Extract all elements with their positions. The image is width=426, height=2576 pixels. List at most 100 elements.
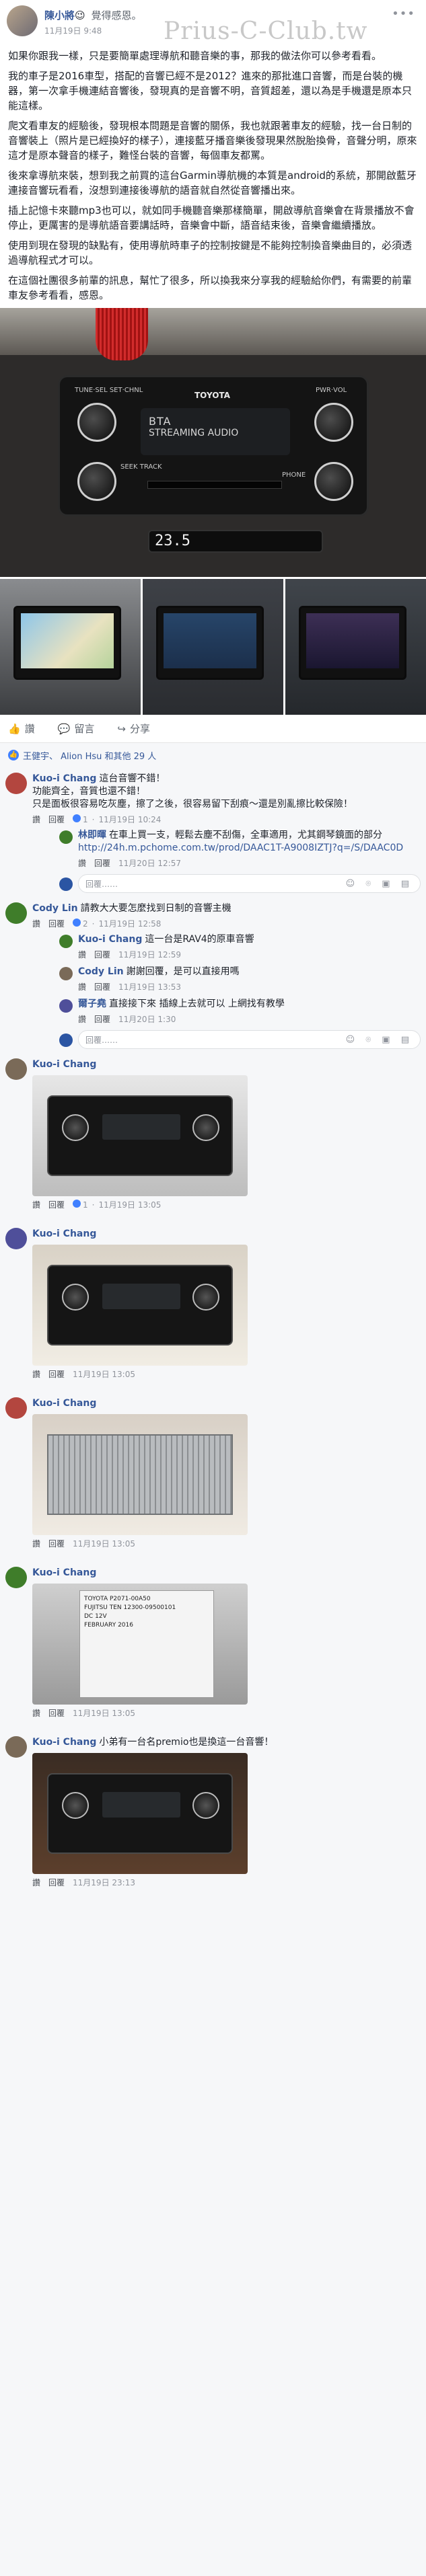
- commenter-avatar[interactable]: [5, 1736, 27, 1758]
- comment-time[interactable]: 11月20日 1:30: [118, 1013, 176, 1025]
- comment-like-link[interactable]: 讚: [78, 857, 86, 869]
- replier-name[interactable]: Cody Lin: [78, 966, 124, 977]
- main-photo-head-unit[interactable]: TOYOTA BTA STREAMING AUDIO TUNE·SEL SET·…: [0, 308, 426, 577]
- comment-reply-link[interactable]: 回覆: [48, 1538, 65, 1549]
- comment-reply-link[interactable]: 回覆: [48, 1199, 65, 1210]
- comment-reply-link[interactable]: 回覆: [94, 949, 110, 960]
- comment-like-link[interactable]: 讚: [32, 1538, 40, 1549]
- commenter-name[interactable]: Cody Lin: [32, 903, 78, 914]
- replier-name[interactable]: Kuo-i Chang: [78, 934, 142, 945]
- reply-placeholder: 回覆……: [85, 1035, 118, 1045]
- comment-reply-link[interactable]: 回覆: [48, 1368, 65, 1380]
- post-date[interactable]: 11月19日 9:48: [44, 25, 141, 36]
- comment-like-link[interactable]: 讚: [78, 981, 86, 992]
- comment-time[interactable]: 11月19日 12:59: [118, 949, 181, 960]
- reply-thread: Kuo-i Chang 這一台是RAV4的原車音響讚回覆 11月19日 12:59 C…: [59, 933, 421, 1049]
- post-body: 如果你跟我一樣，只是要簡單處理導航和聽音樂的事，那我的做法你可以參考看看。 我的車…: [0, 44, 426, 303]
- seek-label: SEEK TRACK: [120, 463, 162, 471]
- reply-input[interactable]: 回覆…… ☺ ⌾ ▣ ▤: [78, 1030, 421, 1049]
- reply-link[interactable]: http://24h.m.pchome.com.tw/prod/DAAC1T-A…: [78, 842, 421, 855]
- comment: Kuo-i Chang TOYOTA P2071-00A50 FUJITSU TE…: [5, 1567, 421, 1719]
- comment-photo[interactable]: TOYOTA P2071-00A50 FUJITSU TEN 12300-095…: [32, 1584, 248, 1705]
- post-paragraph: 插上記憶卡來聽mp3也可以，就如同手機聽音樂那樣簡單，開啟導航音樂會在背景播放不…: [8, 204, 415, 231]
- comment-time[interactable]: 11月19日 13:05: [73, 1368, 135, 1380]
- more-dots-icon[interactable]: •••: [392, 7, 415, 21]
- reply-input[interactable]: 回覆…… ☺ ⌾ ▣ ▤: [78, 874, 421, 893]
- facebook-post-page: 陳小將😉 覺得感恩。 11月19日 9:48 Prius-C-Club.tw •…: [0, 0, 426, 2576]
- commenter-name[interactable]: Kuo-i Chang: [32, 1737, 96, 1748]
- comment-like-count[interactable]: 1: [73, 1200, 88, 1210]
- replier-name[interactable]: 林即暉: [78, 830, 106, 841]
- thumbnail-gps-map[interactable]: [0, 579, 141, 715]
- my-avatar: [59, 1033, 73, 1047]
- commenter-name[interactable]: Kuo-i Chang: [32, 1398, 96, 1409]
- reactions-text: 王健宇、 Alion Hsu 和其他 29 人: [23, 751, 157, 762]
- comment-time[interactable]: 11月19日 23:13: [73, 1877, 135, 1888]
- replier-avatar[interactable]: [59, 935, 73, 948]
- radio-faceplate: [47, 1095, 233, 1176]
- comment-reply-link[interactable]: 回覆: [94, 1013, 110, 1025]
- commenter-name[interactable]: Kuo-i Chang: [32, 1228, 96, 1239]
- comment-photo[interactable]: [32, 1414, 248, 1535]
- comment-photo[interactable]: [32, 1075, 248, 1196]
- comment-reply-link[interactable]: 回覆: [94, 981, 110, 992]
- comment-time[interactable]: 11月19日 13:05: [99, 1199, 162, 1210]
- comment-reply-link[interactable]: 回覆: [48, 1707, 65, 1719]
- commenter-name[interactable]: Kuo-i Chang: [32, 1059, 96, 1070]
- comment-like-count[interactable]: 2: [73, 919, 88, 929]
- comment-button[interactable]: 💬 留言: [58, 721, 95, 736]
- reactions-summary[interactable]: 👍 王健宇、 Alion Hsu 和其他 29 人: [0, 743, 426, 767]
- commenter-avatar[interactable]: [5, 1058, 27, 1080]
- comment-meta: 讚回覆 1 · 11月19日 10:24: [32, 814, 421, 825]
- comment-photo[interactable]: [32, 1245, 248, 1366]
- comment-like-link[interactable]: 讚: [32, 1707, 40, 1719]
- comment-like-link[interactable]: 讚: [78, 1013, 86, 1025]
- phone-knob: [314, 462, 353, 501]
- reply: Cody Lin 謝謝回覆，是可以直接用嗎讚回覆 11月19日 13:53: [59, 966, 421, 992]
- commenter-avatar[interactable]: [5, 902, 27, 924]
- mini-like-icon: [73, 919, 81, 927]
- comment-like-link[interactable]: 讚: [32, 1368, 40, 1380]
- mini-like-icon: [73, 1200, 81, 1208]
- commenter-avatar[interactable]: [5, 1567, 27, 1588]
- composer-icons[interactable]: ☺ ⌾ ▣ ▤: [346, 1035, 413, 1045]
- commenter-avatar[interactable]: [5, 1397, 27, 1419]
- like-button[interactable]: 👍 讚: [8, 721, 35, 736]
- thumbnail-gps-player[interactable]: [285, 579, 426, 715]
- comment-like-link[interactable]: 讚: [32, 1199, 40, 1210]
- share-button[interactable]: ↪ 分享: [117, 721, 150, 736]
- comment-reply-link[interactable]: 回覆: [48, 918, 65, 929]
- comment-reply-link[interactable]: 回覆: [48, 1877, 65, 1888]
- comment-reply-link[interactable]: 回覆: [94, 857, 110, 869]
- comment-like-link[interactable]: 讚: [32, 814, 40, 825]
- thumbnail-gps-music[interactable]: [143, 579, 283, 715]
- replier-avatar[interactable]: [59, 830, 73, 844]
- comment-time[interactable]: 11月19日 10:24: [99, 814, 162, 825]
- commenter-name[interactable]: Kuo-i Chang: [32, 773, 96, 784]
- commenter-avatar[interactable]: [5, 1228, 27, 1249]
- comment-reply-link[interactable]: 回覆: [48, 814, 65, 825]
- comment-like-link[interactable]: 讚: [78, 949, 86, 960]
- cd-slot: [147, 481, 282, 489]
- commenter-avatar[interactable]: [5, 773, 27, 794]
- author-name[interactable]: 陳小將: [44, 9, 75, 22]
- comment-time[interactable]: 11月19日 13:53: [118, 981, 181, 992]
- replier-avatar[interactable]: [59, 999, 73, 1013]
- composer-icons[interactable]: ☺ ⌾ ▣ ▤: [346, 879, 413, 889]
- post-paragraph: 使用到現在發現的缺點有，使用導航時車子的控制按鍵是不能夠控制換音樂曲目的，必須透…: [8, 239, 413, 266]
- reply: 爾子堯 直接接下來 插線上去就可以 上網找有教學讚回覆 11月20日 1:30: [59, 998, 421, 1025]
- comment-time[interactable]: 11月19日 13:05: [73, 1707, 135, 1719]
- replier-avatar[interactable]: [59, 967, 73, 980]
- comment-photo[interactable]: [32, 1753, 248, 1874]
- comment-time[interactable]: 11月19日 12:58: [99, 918, 162, 929]
- commenter-name[interactable]: Kuo-i Chang: [32, 1567, 96, 1578]
- comment-meta: 讚回覆 1 · 11月19日 13:05: [32, 1199, 421, 1210]
- comment-time[interactable]: 11月19日 13:05: [73, 1538, 135, 1549]
- comment-like-link[interactable]: 讚: [32, 1877, 40, 1888]
- replier-name[interactable]: 爾子堯: [78, 999, 106, 1009]
- comment-time[interactable]: 11月20日 12:57: [118, 857, 181, 869]
- comment-like-count[interactable]: 1: [73, 814, 88, 824]
- comment-like-link[interactable]: 讚: [32, 918, 40, 929]
- comment-text: 小弟有一台名premio也是換這一台音響！: [99, 1737, 274, 1748]
- author-avatar[interactable]: [7, 5, 38, 36]
